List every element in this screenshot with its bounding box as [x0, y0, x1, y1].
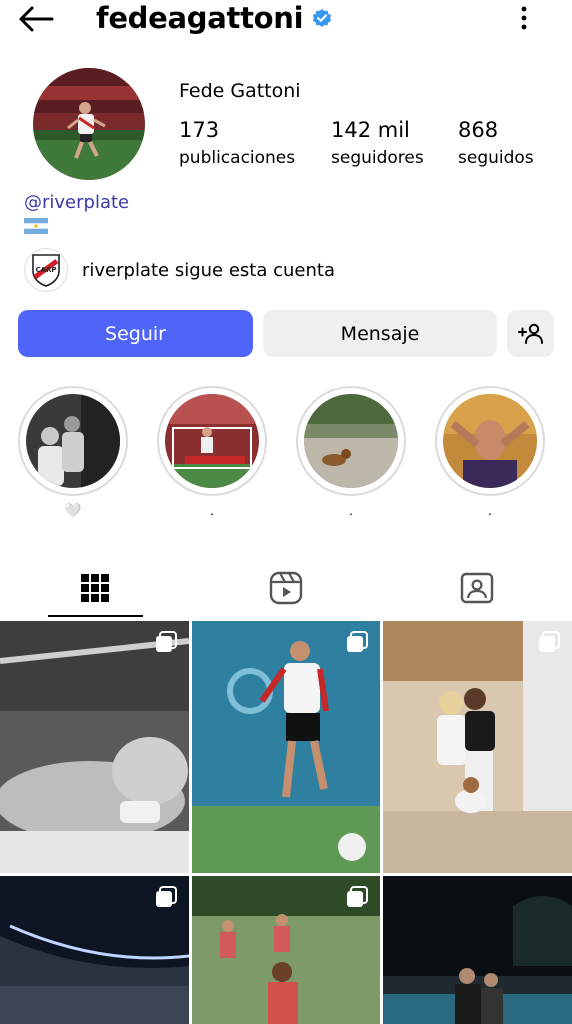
post-5[interactable] — [192, 876, 380, 1024]
avatar-photo — [33, 68, 145, 180]
highlight-2-label: . — [210, 502, 214, 518]
followed-by-text: riverplate sigue esta cuenta — [82, 259, 335, 281]
tab-tagged[interactable] — [429, 560, 525, 616]
highlight-4[interactable] — [435, 386, 545, 496]
riverplate-crest-icon: CARP — [24, 248, 68, 292]
post-3-image — [383, 621, 572, 873]
stat-posts-label: publicaciones — [179, 148, 296, 168]
more-vertical-icon[interactable] — [512, 4, 536, 32]
stat-followers-value: 142 mil — [331, 118, 410, 142]
profile-username-row: fedeagattoni — [96, 0, 333, 38]
stat-following[interactable]: 868 seguidos — [458, 118, 534, 168]
threads-icon: @ — [24, 192, 42, 213]
arrow-left-icon[interactable] — [16, 4, 56, 34]
bio-threads-link[interactable]: @ riverplate — [24, 192, 129, 213]
message-button[interactable]: Mensaje — [263, 310, 497, 357]
stat-followers[interactable]: 142 mil seguidores — [331, 118, 424, 168]
top-bar: fedeagattoni — [0, 0, 572, 40]
tab-reels[interactable] — [238, 560, 334, 616]
carousel-icon — [156, 886, 177, 907]
stat-following-value: 868 — [458, 118, 499, 142]
post-6-image — [383, 876, 572, 1024]
carousel-icon — [347, 886, 368, 907]
carousel-icon — [347, 631, 368, 652]
stat-posts-value: 173 — [179, 118, 220, 142]
highlight-4-label: . — [488, 502, 492, 518]
follow-button[interactable]: Seguir — [18, 310, 253, 357]
add-person-icon — [517, 323, 543, 344]
carousel-icon — [156, 631, 177, 652]
add-person-button[interactable] — [507, 310, 554, 357]
profile-full-name: Fede Gattoni — [179, 80, 301, 102]
highlight-2[interactable] — [157, 386, 267, 496]
highlight-4-cover — [443, 394, 537, 488]
stat-posts[interactable]: 173 publicaciones — [179, 118, 295, 168]
tab-grid[interactable] — [47, 560, 143, 616]
post-4[interactable] — [0, 876, 189, 1024]
stat-followers-label: seguidores — [331, 148, 424, 168]
highlight-1[interactable] — [18, 386, 128, 496]
verified-badge-icon — [313, 9, 332, 27]
post-6[interactable] — [383, 876, 572, 1024]
svg-text:CARP: CARP — [35, 266, 56, 274]
highlight-3-cover — [304, 394, 398, 488]
post-2[interactable] — [192, 621, 380, 873]
post-1-image — [0, 621, 189, 873]
highlight-2-cover — [165, 394, 259, 488]
post-1[interactable] — [0, 621, 189, 873]
stat-following-label: seguidos — [458, 148, 534, 168]
bio-link-text: riverplate — [42, 192, 130, 213]
grid-icon — [81, 574, 109, 602]
highlight-1-label: 🤍 — [64, 502, 82, 518]
highlight-3-label: . — [349, 502, 353, 518]
highlight-1-cover — [26, 394, 120, 488]
tagged-icon — [460, 572, 494, 604]
active-tab-indicator — [48, 615, 143, 617]
post-2-image — [192, 621, 380, 873]
followed-by-row[interactable]: CARP riverplate sigue esta cuenta — [24, 248, 335, 292]
carousel-icon — [539, 631, 560, 652]
argentina-flag-icon — [24, 218, 48, 234]
profile-username: fedeagattoni — [96, 1, 304, 35]
highlight-3[interactable] — [296, 386, 406, 496]
reels-icon — [269, 571, 303, 605]
profile-avatar[interactable] — [33, 68, 145, 180]
post-3[interactable] — [383, 621, 572, 873]
